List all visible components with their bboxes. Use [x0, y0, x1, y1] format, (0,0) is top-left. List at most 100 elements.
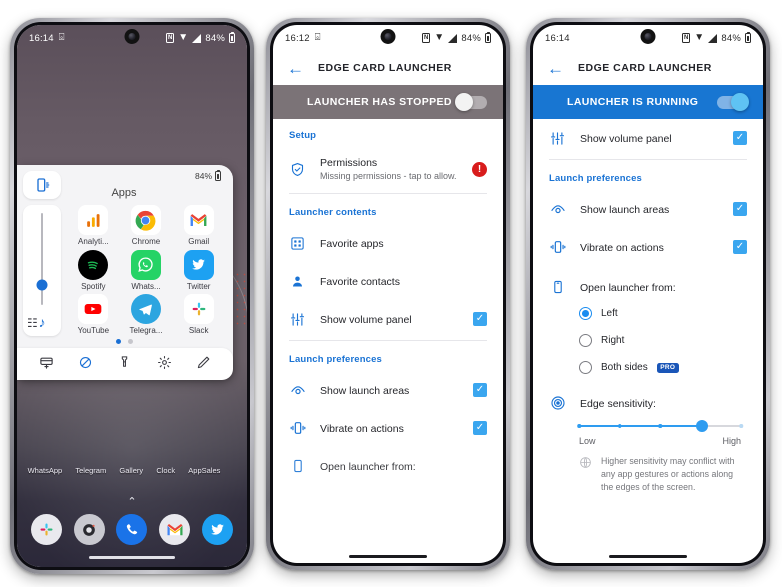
phone-3-screen: 16:14 N ▼ 84% ← EDGE CARD LAUNCHER LAUNC…: [533, 25, 763, 563]
alert-badge[interactable]: !: [472, 161, 487, 177]
master-toggle-switch[interactable]: [455, 93, 487, 111]
radio-unselected[interactable]: [579, 361, 592, 374]
front-camera-punchhole: [124, 29, 140, 44]
section-heading-launch-preferences: Launch preferences: [549, 173, 642, 184]
row-permissions[interactable]: Permissions Missing permissions - tap to…: [273, 147, 503, 191]
row-show-launch-areas[interactable]: Show launch areas ✓: [273, 371, 503, 409]
master-toggle-switch[interactable]: [717, 93, 749, 111]
card-add-icon[interactable]: [39, 355, 54, 373]
radio-unselected[interactable]: [579, 334, 592, 347]
flashlight-icon[interactable]: [117, 355, 132, 373]
app-item-telegram[interactable]: Telegra...: [120, 294, 173, 336]
app-item-whatsapp[interactable]: Whats...: [120, 249, 173, 292]
signal-icon: [708, 33, 718, 43]
checkbox-checked[interactable]: ✓: [473, 383, 487, 397]
vibrate-icon: [549, 239, 566, 255]
app-label: Chrome: [131, 237, 161, 246]
dock-phone-icon[interactable]: [116, 514, 148, 545]
checkbox-checked[interactable]: ✓: [733, 240, 747, 254]
row-text: Open launcher from:: [580, 278, 747, 296]
row-show-launch-areas[interactable]: Show launch areas ✓: [533, 190, 763, 228]
gear-icon[interactable]: [157, 355, 172, 373]
app-item-analytics[interactable]: Analyti...: [67, 205, 120, 247]
radio-option-left[interactable]: Left: [533, 300, 763, 327]
app-item-chrome[interactable]: Chrome: [120, 205, 173, 247]
volume-slider-knob[interactable]: [36, 279, 48, 291]
app-item-gmail[interactable]: Gmail: [172, 205, 225, 247]
back-arrow-icon[interactable]: ←: [287, 60, 304, 77]
three-phone-screenshot-composite: 16:14 ⌻ N ▼ 84% 84% Apps ♪ Analyti... Ch…: [0, 0, 782, 587]
twitter-icon: [183, 249, 214, 280]
radio-selected[interactable]: [579, 307, 592, 320]
status-bar-right: N ▼ 84%: [422, 31, 491, 44]
whatsapp-icon: [130, 249, 161, 280]
master-toggle-running[interactable]: LAUNCHER IS RUNNING: [533, 85, 763, 119]
checkbox-checked[interactable]: ✓: [733, 202, 747, 216]
target-icon: [549, 395, 566, 411]
phone-2-bezel: 16:12 ⌻ N ▼ 84% ← EDGE CARD LAUNCHER LAU…: [270, 22, 506, 566]
app-drawer-chevron[interactable]: ⌃: [17, 495, 247, 508]
master-toggle-label: LAUNCHER HAS STOPPED: [307, 96, 452, 108]
row-text: Show volume panel: [320, 310, 459, 328]
quick-label: Telegram: [75, 466, 107, 475]
row-vibrate-on-actions[interactable]: Vibrate on actions ✓: [273, 409, 503, 447]
quick-label: AppSales: [188, 466, 221, 475]
divider: [289, 340, 487, 341]
page-dot-active[interactable]: [115, 339, 121, 344]
phone-3-bezel: 16:14 N ▼ 84% ← EDGE CARD LAUNCHER LAUNC…: [530, 22, 766, 566]
rotation-lock-icon[interactable]: [78, 355, 93, 373]
navigation-pill[interactable]: [349, 555, 427, 558]
equalizer-icon[interactable]: ☷: [27, 309, 38, 334]
row-favorite-apps[interactable]: Favorite apps: [273, 224, 503, 262]
radio-option-both-sides[interactable]: Both sides PRO: [533, 354, 763, 381]
slider-tick[interactable]: [658, 424, 662, 428]
settings-list: Setup Permissions Missing permissions - …: [273, 119, 503, 485]
radio-label: Both sides: [601, 362, 648, 373]
row-edge-sensitivity: Edge sensitivity:: [533, 381, 763, 415]
status-bar-left: 16:14 ⌻: [29, 33, 65, 44]
dock-gmail-icon[interactable]: [159, 514, 191, 545]
checkbox-checked[interactable]: ✓: [473, 421, 487, 435]
row-title: Permissions: [320, 157, 378, 169]
row-text: Vibrate on actions: [320, 419, 459, 437]
dock-twitter-icon[interactable]: [202, 514, 234, 545]
back-arrow-icon[interactable]: ←: [547, 60, 564, 77]
slider-end-labels: Low High: [579, 436, 741, 446]
navigation-pill[interactable]: [609, 555, 687, 558]
signal-icon: [192, 33, 202, 43]
checkbox-checked[interactable]: ✓: [733, 131, 747, 145]
slider-tick[interactable]: [617, 424, 622, 428]
slider-rail[interactable]: [577, 419, 743, 433]
nfc-icon: N: [166, 33, 175, 43]
radio-option-right[interactable]: Right: [533, 327, 763, 354]
checkbox-checked[interactable]: ✓: [473, 312, 487, 326]
edge-sensitivity-hint: Higher sensitivity may conflict with any…: [533, 448, 763, 493]
slider-tick[interactable]: [577, 424, 581, 428]
row-open-launcher-from[interactable]: Open launcher from:: [273, 447, 503, 485]
edge-sensitivity-slider[interactable]: Low High: [533, 415, 763, 448]
slider-fill: [579, 425, 703, 427]
row-show-volume-panel[interactable]: Show volume panel ✓: [533, 119, 763, 157]
row-show-volume-panel[interactable]: Show volume panel ✓: [273, 300, 503, 338]
chrome-icon: [130, 205, 161, 235]
phone-vibrate-icon[interactable]: [23, 171, 61, 199]
navigation-pill[interactable]: [89, 555, 175, 559]
row-vibrate-on-actions[interactable]: Vibrate on actions ✓: [533, 228, 763, 266]
app-item-spotify[interactable]: Spotify: [67, 249, 120, 292]
slider-tick[interactable]: [739, 424, 743, 428]
music-note-icon: ♪: [38, 314, 46, 330]
page-indicator: [23, 336, 225, 348]
app-item-youtube[interactable]: YouTube: [67, 294, 120, 336]
volume-slider-track[interactable]: [36, 213, 48, 305]
row-favorite-contacts[interactable]: Favorite contacts: [273, 262, 503, 300]
status-bar: 16:14 ⌻ N ▼ 84%: [17, 25, 247, 51]
master-toggle-stopped[interactable]: LAUNCHER HAS STOPPED: [273, 85, 503, 119]
app-bar: ← EDGE CARD LAUNCHER: [533, 51, 763, 85]
dock-slack-icon[interactable]: [30, 514, 62, 545]
page-dot[interactable]: [127, 339, 133, 344]
dock-camera-icon[interactable]: [73, 514, 105, 545]
slider-knob[interactable]: [696, 420, 709, 432]
app-item-slack[interactable]: Slack: [172, 294, 225, 336]
app-item-twitter[interactable]: Twitter: [172, 249, 225, 292]
pencil-icon[interactable]: [196, 355, 211, 373]
